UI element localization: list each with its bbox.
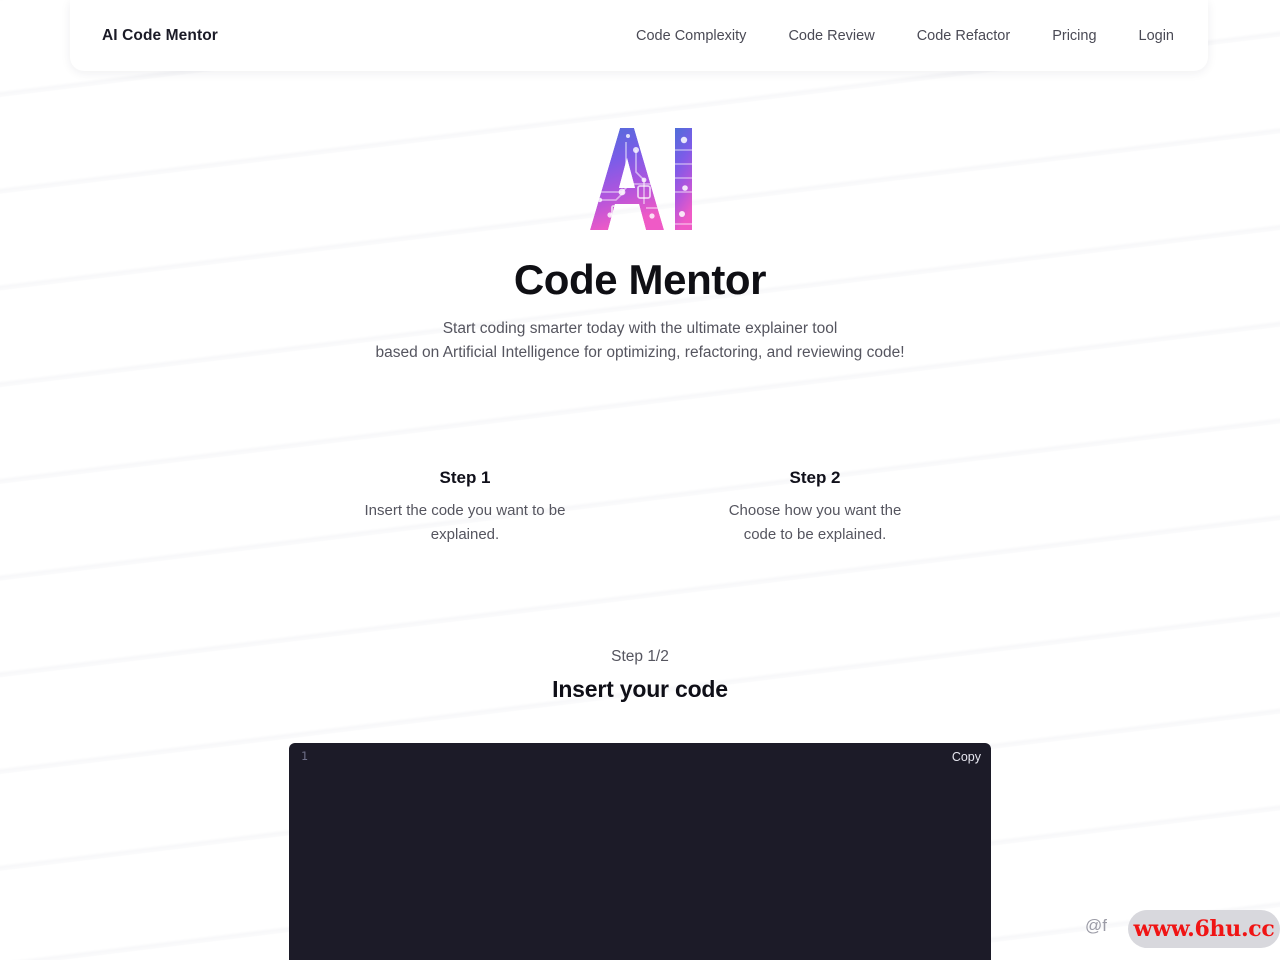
- step-card-1: Step 1 Insert the code you want to be ex…: [335, 468, 595, 547]
- page-root: AI Code Mentor Code Complexity Code Revi…: [0, 0, 1280, 960]
- step-1-title: Step 1: [439, 468, 491, 487]
- step-2-title: Step 2: [789, 468, 841, 487]
- steps-section: Step 1 Insert the code you want to be ex…: [0, 468, 1280, 547]
- hero-subtitle-line-1: Start coding smarter today with the ulti…: [442, 319, 838, 337]
- code-input-textarea[interactable]: [289, 770, 991, 960]
- step-2-description-line-2: code to be explained.: [743, 526, 887, 543]
- watermark-handle: @f: [1085, 916, 1107, 935]
- step-1-description: Insert the code you want to be explained…: [335, 499, 595, 547]
- step-counter: Step 1/2: [611, 648, 669, 665]
- step-1-description-line-2: explained.: [430, 526, 500, 543]
- watermark: @f www.6hu.cc: [1085, 908, 1280, 952]
- hero-subtitle-line-2: based on Artificial Intelligence for opt…: [375, 343, 905, 361]
- nav-pricing[interactable]: Pricing: [1052, 28, 1096, 44]
- top-navigation-bar: AI Code Mentor Code Complexity Code Revi…: [70, 0, 1208, 71]
- copy-button[interactable]: Copy: [948, 748, 985, 766]
- code-editor-panel: 1 Copy: [289, 743, 991, 960]
- step-2-description-line-1: Choose how you want the: [728, 502, 902, 519]
- ai-circuit-logo-icon: [590, 128, 692, 230]
- nav-code-review[interactable]: Code Review: [788, 28, 874, 44]
- code-editor-toolbar: 1 Copy: [289, 743, 991, 770]
- brand-logo-text[interactable]: AI Code Mentor: [102, 27, 218, 45]
- step-indicator-section: Step 1/2 Insert your code: [0, 648, 1280, 703]
- hero-subtitle: Start coding smarter today with the ulti…: [0, 317, 1280, 365]
- nav-code-complexity[interactable]: Code Complexity: [636, 28, 746, 44]
- nav-links: Code Complexity Code Review Code Refacto…: [636, 28, 1174, 44]
- nav-code-refactor[interactable]: Code Refactor: [917, 28, 1011, 44]
- step-heading: Insert your code: [552, 676, 728, 702]
- line-number-gutter: 1: [301, 749, 308, 763]
- hero-section: Code Mentor Start coding smarter today w…: [0, 120, 1280, 365]
- nav-login[interactable]: Login: [1139, 28, 1174, 44]
- step-2-description: Choose how you want the code to be expla…: [685, 499, 945, 547]
- watermark-url: www.6hu.cc: [1133, 916, 1275, 942]
- step-card-2: Step 2 Choose how you want the code to b…: [685, 468, 945, 547]
- watermark-badge: www.6hu.cc: [1128, 910, 1280, 948]
- step-1-description-line-1: Insert the code you want to be: [364, 502, 566, 519]
- page-title: Code Mentor: [513, 256, 767, 303]
